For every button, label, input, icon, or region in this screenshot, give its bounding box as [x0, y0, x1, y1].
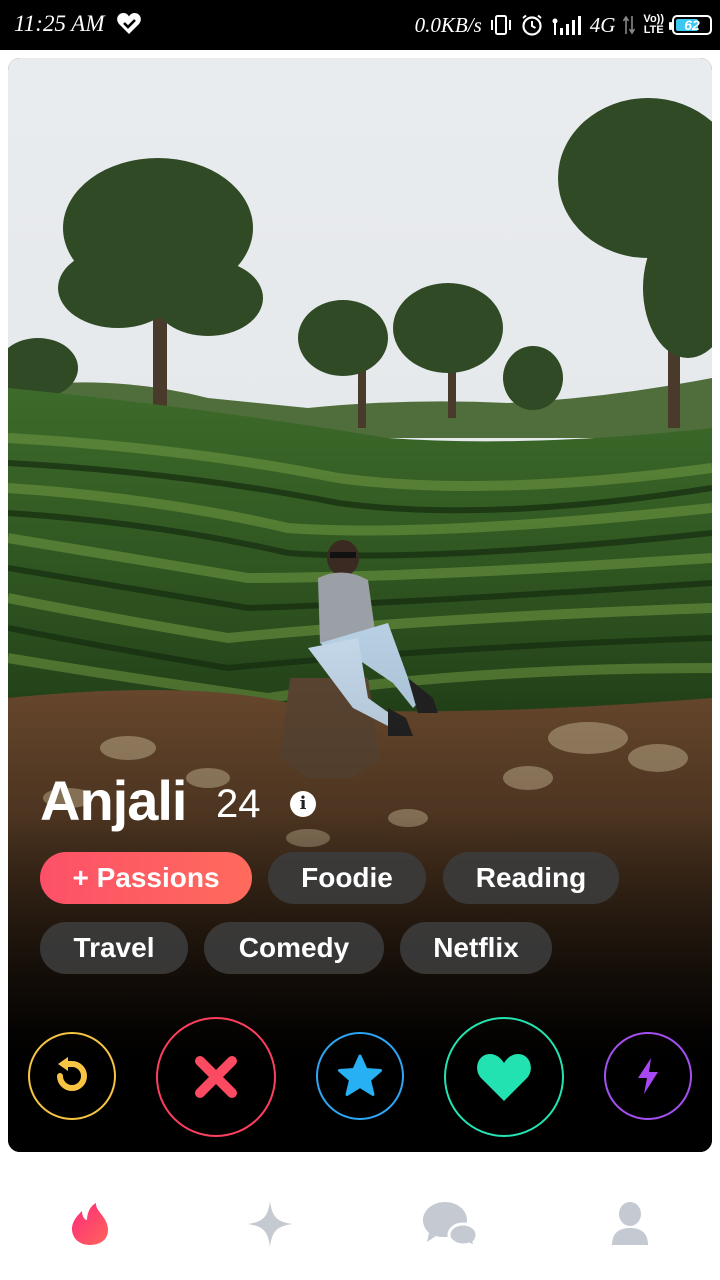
tag-chip-travel: Travel — [40, 922, 188, 974]
alarm-icon — [522, 14, 542, 36]
passions-chip[interactable]: + Passions — [40, 852, 252, 904]
heart-icon — [477, 1054, 531, 1101]
data-arrows-icon — [623, 15, 636, 35]
nav-profile[interactable] — [598, 1192, 662, 1256]
profile-name: Anjali — [40, 769, 187, 832]
profile-age: 24 — [216, 782, 261, 826]
tag-chip-reading: Reading — [443, 852, 619, 904]
network-speed: 0.0KB/s — [414, 12, 482, 37]
sparkle-icon — [247, 1201, 293, 1247]
profile-card[interactable]: Anjali 24 i + Passions Foodie Reading Tr… — [8, 58, 712, 1152]
info-icon[interactable]: i — [290, 791, 316, 817]
nav-messages[interactable] — [418, 1192, 482, 1256]
nav-discover[interactable] — [58, 1192, 122, 1256]
volte-label-bottom: LTE — [643, 24, 664, 36]
status-icons: 0.0KB/s 4G Vo)) LTE 62 — [415, 10, 712, 40]
volte-indicator: Vo)) LTE — [643, 14, 664, 36]
tag-chip-comedy: Comedy — [204, 922, 384, 974]
tag-chip-netflix: Netflix — [400, 922, 552, 974]
like-button[interactable] — [444, 1017, 564, 1137]
status-bar: 11:25 AM 0.0KB/s 4G Vo)) LTE 62 — [0, 0, 720, 50]
status-time: 11:25 AM — [14, 11, 105, 36]
bottom-nav — [0, 1168, 720, 1280]
signal-icon — [552, 16, 581, 35]
battery-level: 62 — [684, 17, 700, 33]
vibrate-icon — [490, 15, 511, 35]
rewind-icon — [57, 1057, 87, 1091]
battery-icon: 62 — [669, 15, 712, 35]
nope-button[interactable] — [156, 1017, 276, 1137]
close-icon — [195, 1056, 237, 1098]
flame-icon — [72, 1203, 108, 1245]
user-icon — [612, 1202, 648, 1245]
boost-button[interactable] — [604, 1032, 692, 1120]
star-icon — [338, 1054, 382, 1096]
nav-explore[interactable] — [238, 1192, 302, 1256]
heart-check-icon — [117, 13, 141, 34]
lightning-icon — [638, 1058, 658, 1094]
rewind-button[interactable] — [28, 1032, 116, 1120]
chat-icon — [423, 1202, 479, 1248]
super-like-button[interactable] — [316, 1032, 404, 1120]
tag-chip-foodie: Foodie — [268, 852, 426, 904]
network-type: 4G — [589, 12, 616, 37]
